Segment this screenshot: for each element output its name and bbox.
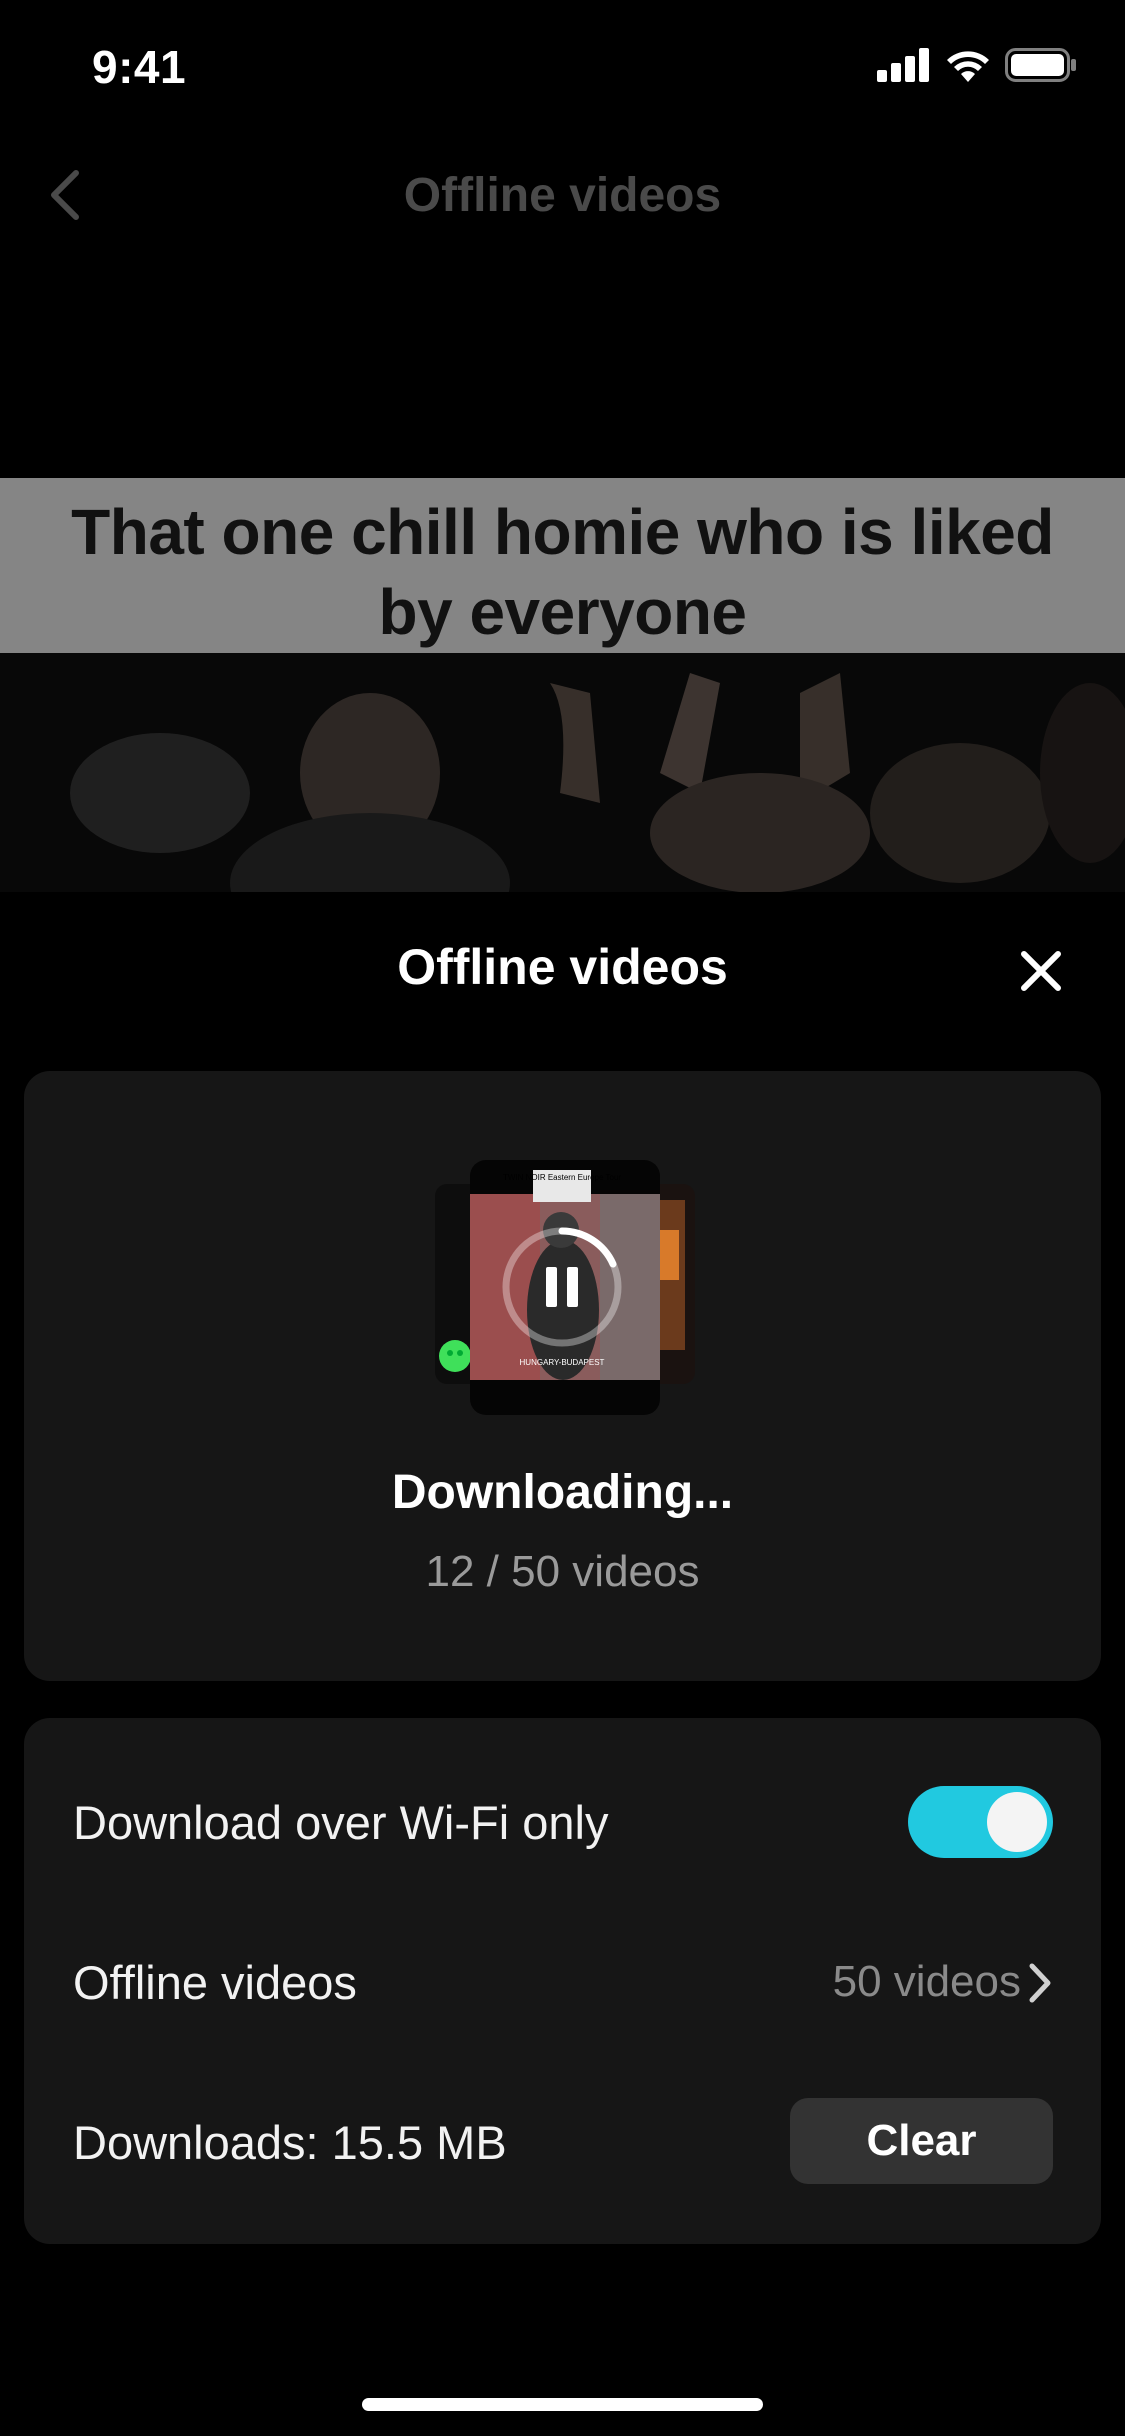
thumbnail-sign-text: TWIN NOIR Eastern Europe Tour (503, 1173, 621, 1182)
offline-videos-count[interactable]: 50 videos (833, 1957, 1021, 2007)
clear-button[interactable]: Clear (790, 2098, 1053, 2184)
video-caption: That one chill homie who is liked by eve… (71, 496, 1054, 648)
offline-videos-label[interactable]: Offline videos (73, 1955, 357, 2010)
wifi-icon (947, 51, 989, 82)
sheet-title: Offline videos (397, 939, 728, 995)
chevron-right-icon[interactable] (1024, 1958, 1054, 2008)
video-thumbnail-stack[interactable]: TWIN NOIR Eastern Europe Tour HUNGARY-BU… (435, 1160, 695, 1415)
status-icons (877, 48, 1077, 82)
battery-icon (1005, 48, 1076, 82)
page-title: Offline videos (403, 169, 722, 222)
pause-icon-bar (567, 1267, 578, 1307)
wifi-only-label: Download over Wi-Fi only (73, 1796, 609, 1849)
toggle-knob (987, 1792, 1047, 1852)
pause-icon-bar (546, 1267, 557, 1307)
video-preview: That one chill homie who is liked by eve… (0, 478, 1125, 893)
wifi-only-toggle[interactable] (908, 1786, 1053, 1858)
download-status: Downloading... (391, 1466, 734, 1519)
status-time: 9:41 (92, 41, 187, 93)
thumbnail-location-text: HUNGARY-BUDAPEST (520, 1358, 605, 1367)
home-indicator[interactable] (362, 2398, 763, 2411)
crowd-image (0, 653, 1125, 893)
close-icon[interactable] (1012, 942, 1070, 1000)
downloads-size-label: Downloads: 15.5 MB (73, 2116, 507, 2169)
download-progress: 12 / 50 videos (425, 1547, 700, 1596)
signal-icon (877, 48, 929, 82)
